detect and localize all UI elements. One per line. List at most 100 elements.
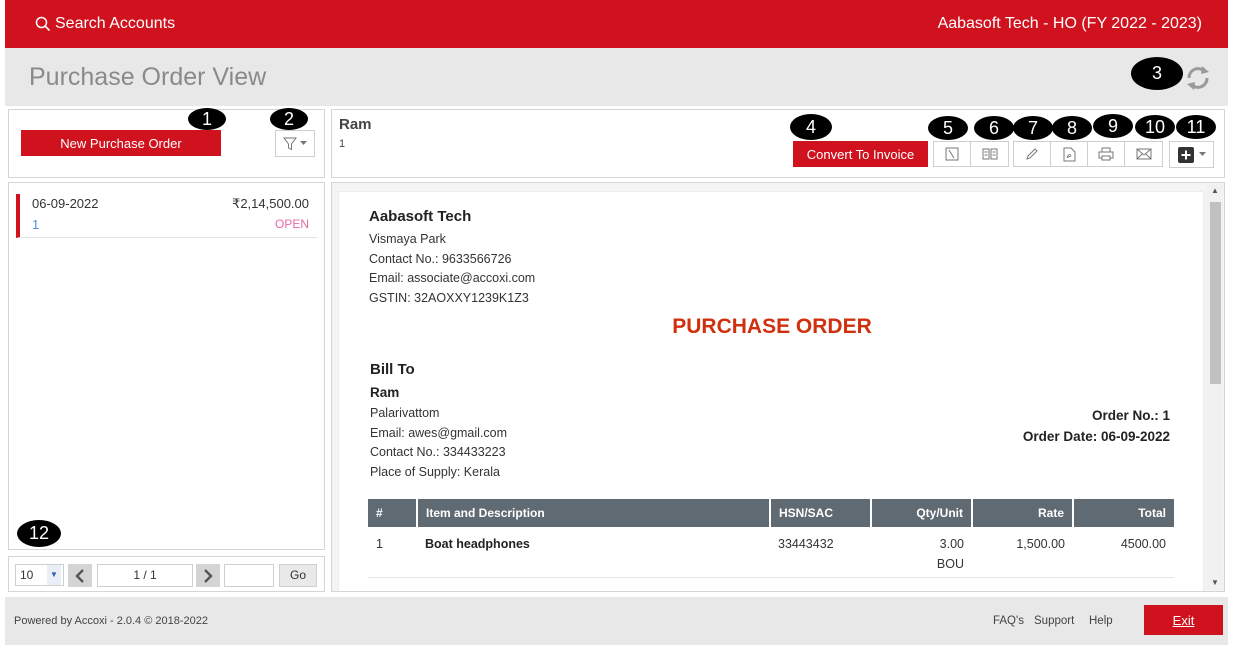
order-date-label: Order Date: 06-09-2022 xyxy=(1022,429,1170,444)
col-header-total: Total xyxy=(1073,499,1174,527)
customer-email: Email: awes@gmail.com xyxy=(370,426,508,440)
refresh-icon[interactable] xyxy=(1182,62,1214,94)
more-actions-button[interactable] xyxy=(1169,141,1214,168)
document-scrollbar[interactable]: ▲ ▼ xyxy=(1207,184,1223,590)
customer-name: Ram xyxy=(370,385,400,400)
history-button[interactable] xyxy=(934,142,971,166)
email-button[interactable] xyxy=(1125,142,1162,166)
edit-button[interactable] xyxy=(1014,142,1051,166)
top-bar: Search Accounts Aabasoft Tech - HO (FY 2… xyxy=(5,0,1228,48)
chevron-right-icon xyxy=(204,568,213,583)
list-item[interactable]: 06-09-2022 ₹2,14,500.00 1 OPEN xyxy=(16,194,317,238)
pencil-icon xyxy=(1026,148,1038,160)
items-table: # Item and Description HSN/SAC Qty/Unit … xyxy=(368,499,1174,578)
faq-link[interactable]: FAQ's xyxy=(993,615,1024,627)
company-contact: Contact No.: 9633566726 xyxy=(369,252,512,266)
place-of-supply: Place of Supply: Kerala xyxy=(370,465,500,479)
scroll-down-icon[interactable]: ▼ xyxy=(1207,576,1223,590)
pagination-bar: 10 ▼ 1 / 1 Go xyxy=(8,556,325,592)
printer-icon xyxy=(1098,147,1114,161)
help-link[interactable]: Help xyxy=(1089,615,1113,627)
chevron-down-icon: ▼ xyxy=(47,565,61,585)
order-number: 1 xyxy=(339,138,346,150)
company-gstin: GSTIN: 32AOXXY1239K1Z3 xyxy=(369,291,529,305)
next-page-button[interactable] xyxy=(196,564,220,587)
page-info: 1 / 1 xyxy=(97,564,193,587)
prev-page-button[interactable] xyxy=(68,564,92,587)
caret-down-icon xyxy=(1198,152,1206,156)
customer-contact: Contact No.: 334433223 xyxy=(370,445,506,459)
col-header-qty: Qty/Unit xyxy=(871,499,973,527)
toolbar-group-actions xyxy=(1013,141,1163,167)
pdf-button[interactable] xyxy=(1051,142,1088,166)
table-header-row: # Item and Description HSN/SAC Qty/Unit … xyxy=(368,499,1174,527)
filter-icon xyxy=(283,137,297,150)
col-header-item: Item and Description xyxy=(417,499,771,527)
page-size-select[interactable]: 10 ▼ xyxy=(15,564,64,586)
status-badge: OPEN xyxy=(274,217,309,231)
po-number: 1 xyxy=(32,217,40,232)
document-title: PURCHASE ORDER xyxy=(672,315,872,338)
cell-hsn: 33443432 xyxy=(770,527,871,578)
annotation-badge-10: 10 xyxy=(1135,115,1175,139)
plus-square-icon xyxy=(1177,146,1194,163)
detail-header: Ram 1 Convert To Invoice xyxy=(331,109,1225,178)
cell-rate: 1,500.00 xyxy=(972,527,1073,578)
vendor-name: Ram xyxy=(339,116,372,133)
cell-total: 4500.00 xyxy=(1073,527,1174,578)
annotation-badge-4: 4 xyxy=(790,114,832,140)
page-size-value: 10 xyxy=(20,568,34,582)
annotation-badge-2: 2 xyxy=(270,108,308,130)
company-email: Email: associate@accoxi.com xyxy=(369,271,536,285)
scroll-up-icon[interactable]: ▲ xyxy=(1207,184,1223,198)
customer-address: Palarivattom xyxy=(370,406,440,420)
col-header-hsn: HSN/SAC xyxy=(770,499,872,527)
page-title: Purchase Order View xyxy=(29,63,267,91)
cell-qty-value: 3.00 xyxy=(939,537,964,551)
pdf-icon xyxy=(1063,147,1075,161)
annotation-badge-7: 7 xyxy=(1013,116,1053,140)
document-preview: Aabasoft Tech Vismaya Park Contact No.: … xyxy=(331,182,1225,592)
exit-button[interactable]: Exit xyxy=(1144,605,1223,635)
annotation-badge-12: 12 xyxy=(17,520,61,547)
support-link[interactable]: Support xyxy=(1034,615,1074,627)
toolbar-group-view xyxy=(933,141,1009,167)
table-row: 1 Boat headphones 33443432 3.00 BOU 1,50… xyxy=(368,527,1174,578)
footer: Powered by Accoxi - 2.0.4 © 2018-2022 FA… xyxy=(5,597,1228,645)
filter-button[interactable] xyxy=(275,130,315,157)
annotation-badge-5: 5 xyxy=(928,116,968,140)
chevron-left-icon xyxy=(75,568,84,583)
annotation-badge-6: 6 xyxy=(974,116,1014,140)
col-header-index: # xyxy=(368,499,418,527)
cell-item: Boat headphones xyxy=(417,527,770,578)
annotation-badge-9: 9 xyxy=(1093,114,1133,138)
annotation-badge-1: 1 xyxy=(188,108,226,130)
scroll-thumb[interactable] xyxy=(1210,202,1221,384)
cell-qty: 3.00 BOU xyxy=(871,527,972,578)
new-purchase-order-button[interactable]: New Purchase Order xyxy=(21,130,221,156)
purchase-order-document: Aabasoft Tech Vismaya Park Contact No.: … xyxy=(338,191,1204,591)
go-button[interactable]: Go xyxy=(279,564,317,587)
purchase-order-list: 06-09-2022 ₹2,14,500.00 1 OPEN xyxy=(8,182,325,550)
cell-qty-unit: BOU xyxy=(936,557,964,571)
print-button[interactable] xyxy=(1088,142,1125,166)
annotation-badge-8: 8 xyxy=(1052,116,1092,140)
goto-page-input[interactable] xyxy=(224,564,274,587)
powered-by-label: Powered by Accoxi - 2.0.4 © 2018-2022 xyxy=(14,615,208,627)
caret-down-icon xyxy=(300,141,307,145)
convert-to-invoice-button[interactable]: Convert To Invoice xyxy=(793,141,928,167)
history-icon xyxy=(945,147,959,161)
bill-to-heading: Bill To xyxy=(370,361,415,378)
search-accounts-button[interactable]: Search Accounts xyxy=(35,15,175,33)
title-bar: Purchase Order View xyxy=(5,48,1228,106)
company-fy-label: Aabasoft Tech - HO (FY 2022 - 2023) xyxy=(937,15,1202,32)
col-header-rate: Rate xyxy=(972,499,1074,527)
company-address: Vismaya Park xyxy=(369,232,446,246)
order-no-label: Order No.: 1 xyxy=(1091,408,1170,423)
search-accounts-label: Search Accounts xyxy=(55,15,176,32)
journal-button[interactable] xyxy=(971,142,1008,166)
po-date: 06-09-2022 xyxy=(32,196,99,211)
search-icon xyxy=(35,16,51,32)
mail-icon xyxy=(1136,148,1151,160)
company-name: Aabasoft Tech xyxy=(369,208,472,225)
